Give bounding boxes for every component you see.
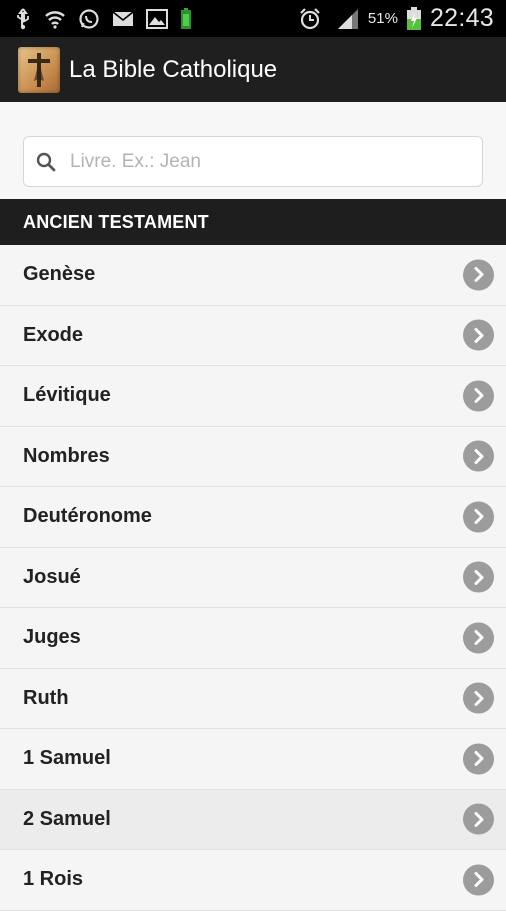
chevron-right-icon[interactable] (463, 440, 494, 472)
alarm-icon (298, 7, 322, 31)
chevron-right-icon[interactable] (463, 380, 494, 412)
chevron-right-icon[interactable] (463, 864, 494, 896)
signal-icon (336, 8, 360, 30)
book-label: Juges (23, 626, 81, 649)
battery-percentage: 51% (367, 10, 398, 27)
battery-small-icon (180, 7, 192, 30)
email-icon (112, 10, 134, 27)
battery-charging-icon (406, 6, 422, 31)
chevron-right-icon[interactable] (463, 622, 494, 654)
book-label: Lévitique (23, 384, 111, 407)
book-label: 1 Samuel (23, 747, 111, 770)
chevron-right-icon[interactable] (463, 319, 494, 351)
list-item-highlighted[interactable]: 2 Samuel (0, 789, 506, 850)
chevron-right-icon[interactable] (463, 561, 494, 593)
list-item[interactable]: Genèse (0, 245, 506, 306)
status-bar: 51% 22:43 (0, 0, 506, 37)
list-item[interactable]: Lévitique (0, 366, 506, 427)
book-label: 2 Samuel (23, 807, 111, 830)
chevron-right-icon[interactable] (463, 682, 494, 714)
book-list: Genèse Exode Lévitique Nombres Deutérono… (0, 245, 506, 911)
gallery-icon (146, 8, 168, 29)
search-input[interactable] (68, 149, 452, 174)
list-item[interactable]: 1 Rois (0, 850, 506, 911)
list-item[interactable]: Nombres (0, 426, 506, 487)
list-item[interactable]: Ruth (0, 668, 506, 729)
search-box[interactable] (23, 136, 483, 187)
app-title: La Bible Catholique (69, 55, 278, 83)
chevron-right-icon[interactable] (463, 259, 494, 291)
section-header: ANCIEN TESTAMENT (0, 199, 506, 245)
list-item[interactable]: Deutéronome (0, 487, 506, 548)
list-item[interactable]: 1 Samuel (0, 729, 506, 790)
book-label: Genèse (23, 263, 96, 286)
clock: 22:43 (429, 4, 494, 32)
chevron-right-icon[interactable] (463, 803, 494, 835)
system-indicators: 51% 22:43 (298, 4, 494, 33)
notification-icons (14, 7, 192, 30)
list-item[interactable]: Juges (0, 608, 506, 669)
book-label: Josué (23, 565, 81, 588)
crucifix-icon[interactable] (18, 46, 60, 93)
book-label: Ruth (23, 686, 69, 709)
book-label: Nombres (23, 444, 110, 467)
chevron-right-icon[interactable] (463, 501, 494, 533)
chevron-right-icon[interactable] (463, 743, 494, 775)
search-area (0, 102, 506, 199)
book-label: 1 Rois (23, 868, 84, 891)
usb-icon (14, 7, 32, 30)
action-bar: La Bible Catholique (0, 37, 506, 102)
list-item[interactable]: Josué (0, 547, 506, 608)
search-icon (36, 152, 56, 172)
book-label: Deutéronome (23, 505, 152, 528)
wifi-icon (44, 9, 66, 29)
whatsapp-icon (78, 8, 100, 30)
book-label: Exode (23, 323, 84, 346)
section-title: ANCIEN TESTAMENT (23, 211, 209, 232)
list-item[interactable]: Exode (0, 305, 506, 366)
